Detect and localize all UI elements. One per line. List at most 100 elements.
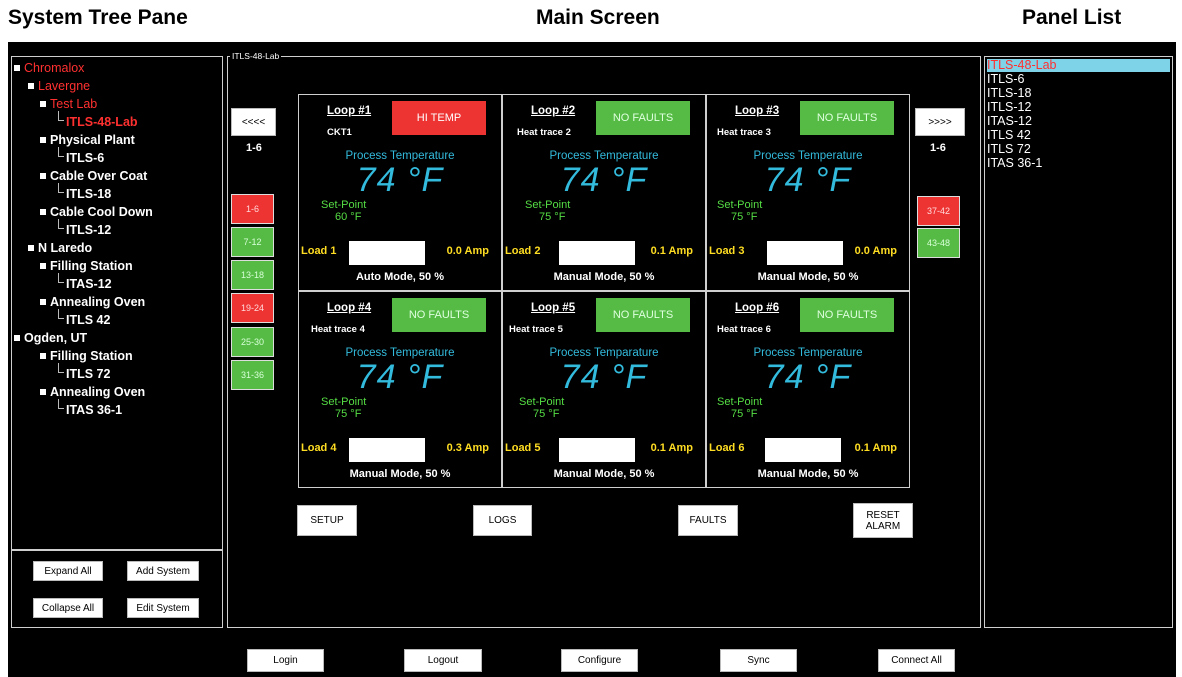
- panel-item[interactable]: ITLS-18: [987, 87, 1031, 100]
- tree-connector: [58, 309, 64, 319]
- loop-title[interactable]: Loop #6: [735, 302, 779, 314]
- node-square-icon: [40, 101, 46, 107]
- loop-title[interactable]: Loop #1: [327, 105, 371, 117]
- load-current: 0.0 Amp: [446, 245, 489, 257]
- faults-button[interactable]: FAULTS: [678, 505, 738, 536]
- tree-leaf-selected[interactable]: ITLS-48-Lab: [66, 115, 138, 129]
- panel-item[interactable]: ITLS 72: [987, 143, 1031, 156]
- loop-title[interactable]: Loop #5: [531, 302, 575, 314]
- tree-node-site[interactable]: Lavergne: [28, 79, 90, 93]
- reset-alarm-button[interactable]: RESET ALARM: [853, 503, 913, 538]
- process-temperature-value: 74 °F: [356, 358, 444, 396]
- node-square-icon: [40, 137, 46, 143]
- tree-leaf[interactable]: ITLS 42: [66, 313, 110, 327]
- setpoint-value: 75 °F: [539, 211, 566, 223]
- load-current: 0.0 Amp: [854, 245, 897, 257]
- tree-node-group[interactable]: Filling Station: [40, 349, 133, 363]
- setpoint-label: Set-Point: [321, 199, 367, 211]
- tree-node-group[interactable]: Cable Over Coat: [40, 169, 147, 183]
- tree-node-group[interactable]: Physical Plant: [40, 133, 135, 147]
- connect-all-button[interactable]: Connect All: [878, 649, 955, 672]
- configure-button[interactable]: Configure: [561, 649, 638, 672]
- tree-connector: [58, 399, 64, 409]
- sync-button[interactable]: Sync: [720, 649, 797, 672]
- tree-node-label: Cable Over Coat: [50, 169, 148, 183]
- load-bar: [349, 438, 425, 462]
- group-button-7-12[interactable]: 7-12: [231, 227, 274, 257]
- login-button[interactable]: Login: [247, 649, 324, 672]
- loop-status-badge: HI TEMP: [392, 101, 486, 135]
- tree-node-label: Ogden, UT: [24, 331, 88, 345]
- node-square-icon: [40, 299, 46, 305]
- process-temperature-value: 74 °F: [764, 358, 852, 396]
- expand-all-button[interactable]: Expand All: [33, 561, 103, 581]
- setup-button[interactable]: SETUP: [297, 505, 357, 536]
- tree-node-group[interactable]: Annealing Oven: [40, 295, 145, 309]
- prev-page-button[interactable]: <<<<: [231, 108, 276, 136]
- tree-node-site[interactable]: Ogden, UT: [14, 331, 87, 345]
- loop-title[interactable]: Loop #3: [735, 105, 779, 117]
- loop-tile-5: Loop #5 NO FAULTS Heat trace 5 Process T…: [502, 291, 706, 488]
- tree-leaf[interactable]: ITLS-18: [66, 187, 111, 201]
- tree-node-label: Cable Cool Down: [50, 205, 153, 219]
- setpoint-value: 60 °F: [335, 211, 362, 223]
- tree-node-root[interactable]: Chromalox: [14, 61, 84, 75]
- collapse-all-button[interactable]: Collapse All: [33, 598, 103, 618]
- tree-leaf[interactable]: ITLS 72: [66, 367, 110, 381]
- tree-connector: [58, 219, 64, 229]
- tree-node-site[interactable]: N Laredo: [28, 241, 92, 255]
- add-system-button[interactable]: Add System: [127, 561, 199, 581]
- tree-node-group[interactable]: Annealing Oven: [40, 385, 145, 399]
- tree-connector: [58, 363, 64, 373]
- setpoint-value: 75 °F: [533, 408, 560, 420]
- control-mode: Manual Mode, 50 %: [757, 468, 859, 480]
- loop-description: Heat trace 5: [509, 324, 563, 335]
- tree-leaf[interactable]: ITAS-12: [66, 277, 112, 291]
- panel-item[interactable]: ITAS 36-1: [987, 157, 1042, 170]
- load-label: Load 4: [301, 442, 337, 454]
- group-button-19-24[interactable]: 19-24: [231, 293, 274, 323]
- tree-node-group[interactable]: Cable Cool Down: [40, 205, 153, 219]
- node-square-icon: [28, 245, 34, 251]
- setpoint-label: Set-Point: [321, 396, 367, 408]
- logout-button[interactable]: Logout: [404, 649, 482, 672]
- panel-item-selected[interactable]: ITLS-48-Lab: [987, 59, 1170, 72]
- loop-title[interactable]: Loop #2: [531, 105, 575, 117]
- load-current: 0.1 Amp: [650, 245, 693, 257]
- frame-title: ITLS-48-Lab: [230, 51, 282, 61]
- tree-leaf[interactable]: ITLS-12: [66, 223, 111, 237]
- loop-title[interactable]: Loop #4: [327, 302, 371, 314]
- panel-item[interactable]: ITLS-12: [987, 101, 1031, 114]
- edit-system-button[interactable]: Edit System: [127, 598, 199, 618]
- logs-button[interactable]: LOGS: [473, 505, 532, 536]
- node-square-icon: [40, 173, 46, 179]
- group-button-25-30[interactable]: 25-30: [231, 327, 274, 357]
- loop-tile-1: Loop #1 HI TEMP CKT1 Process Temperature…: [298, 94, 502, 291]
- next-page-button[interactable]: >>>>: [915, 108, 965, 136]
- system-tree-pane: Chromalox Lavergne Test Lab ITLS-48-Lab …: [11, 56, 223, 550]
- tree-node-label: Filling Station: [50, 349, 133, 363]
- loop-status-badge: NO FAULTS: [800, 101, 894, 135]
- group-button-37-42[interactable]: 37-42: [917, 196, 960, 226]
- group-button-13-18[interactable]: 13-18: [231, 260, 274, 290]
- tree-node-label: Filling Station: [50, 259, 133, 273]
- tree-node-group[interactable]: Test Lab: [40, 97, 97, 111]
- load-bar: [559, 241, 635, 265]
- tree-leaf[interactable]: ITAS 36-1: [66, 403, 122, 417]
- load-label: Load 5: [505, 442, 541, 454]
- panel-item[interactable]: ITAS-12: [987, 115, 1032, 128]
- tree-node-group[interactable]: Filling Station: [40, 259, 133, 273]
- group-button-43-48[interactable]: 43-48: [917, 228, 960, 258]
- group-button-1-6[interactable]: 1-6: [231, 194, 274, 224]
- process-temperature-value: 74 °F: [560, 358, 648, 396]
- panel-item[interactable]: ITLS-6: [987, 73, 1025, 86]
- loop-tile-3: Loop #3 NO FAULTS Heat trace 3 Process T…: [706, 94, 910, 291]
- group-button-31-36[interactable]: 31-36: [231, 360, 274, 390]
- panel-item[interactable]: ITLS 42: [987, 129, 1031, 142]
- load-bar: [765, 438, 841, 462]
- process-temperature-value: 74 °F: [764, 161, 852, 199]
- loop-status-badge: NO FAULTS: [800, 298, 894, 332]
- load-current: 0.1 Amp: [854, 442, 897, 454]
- tree-leaf[interactable]: ITLS-6: [66, 151, 104, 165]
- loop-status-badge: NO FAULTS: [596, 298, 690, 332]
